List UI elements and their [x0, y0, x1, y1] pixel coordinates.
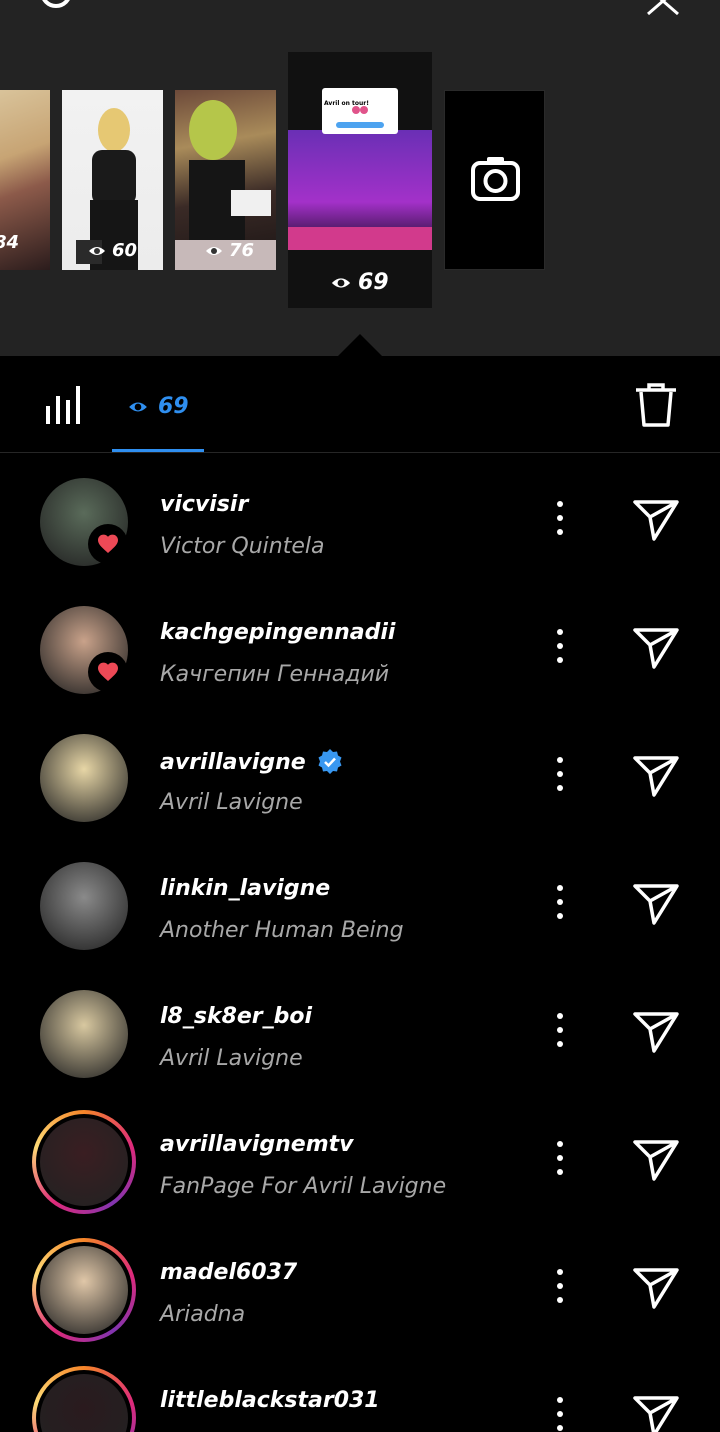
- viewer-full-name: FanPage For Avril Lavigne: [160, 1174, 447, 1199]
- add-story-camera[interactable]: [444, 90, 545, 270]
- viewer-row[interactable]: avrillavignemtv FanPage For Avril Lavigne: [0, 1096, 720, 1224]
- viewer-full-name: Качгепин Геннадий: [160, 662, 390, 687]
- send-direct-icon[interactable]: [632, 1394, 680, 1432]
- story-thumbnail[interactable]: 60: [62, 90, 163, 270]
- send-direct-icon[interactable]: [632, 1138, 680, 1182]
- tab-active-indicator: [112, 449, 204, 452]
- story-view-count: 69: [330, 270, 389, 295]
- verified-badge-icon: [318, 749, 342, 774]
- more-options-icon[interactable]: [552, 626, 568, 666]
- story-view-count: 60: [88, 240, 137, 261]
- avatar[interactable]: [40, 1246, 128, 1334]
- viewer-full-name: Avril Lavigne: [160, 1046, 303, 1071]
- more-options-icon[interactable]: [552, 1010, 568, 1050]
- tab-viewers[interactable]: 69: [112, 380, 204, 453]
- delete-trash-icon[interactable]: [634, 382, 678, 428]
- viewer-row[interactable]: l8_sk8er_boi Avril Lavigne: [0, 968, 720, 1096]
- story-sticker-title: Avril on tour!: [324, 100, 369, 107]
- story-thumbnail[interactable]: 76: [175, 90, 276, 270]
- liked-heart-icon: [88, 652, 128, 692]
- send-direct-icon[interactable]: [632, 498, 680, 542]
- viewer-username[interactable]: avrillavignemtv: [160, 1132, 354, 1157]
- viewer-username[interactable]: linkin_lavigne: [160, 876, 330, 901]
- eye-icon: [129, 402, 147, 411]
- more-options-icon[interactable]: [552, 1266, 568, 1306]
- viewer-count: 69: [158, 394, 189, 419]
- viewer-row[interactable]: madel6037 Ariadna: [0, 1224, 720, 1352]
- avatar[interactable]: [40, 862, 128, 950]
- more-options-icon[interactable]: [552, 754, 568, 794]
- eye-icon: [331, 277, 351, 288]
- more-options-icon[interactable]: [552, 1138, 568, 1178]
- viewer-username[interactable]: kachgepingennadii: [160, 620, 395, 645]
- camera-icon: [471, 157, 520, 201]
- story-thumbnail[interactable]: 84: [0, 90, 50, 270]
- more-options-icon[interactable]: [552, 882, 568, 922]
- close-icon[interactable]: [644, 0, 684, 16]
- viewer-full-name: Another Human Being: [160, 918, 404, 943]
- viewer-row[interactable]: linkin_lavigne Another Human Being: [0, 840, 720, 968]
- viewer-row[interactable]: littleblackstar031: [0, 1352, 720, 1432]
- viewer-full-name: Victor Quintela: [160, 534, 325, 559]
- viewer-username[interactable]: madel6037: [160, 1260, 297, 1285]
- viewer-username[interactable]: l8_sk8er_boi: [160, 1004, 312, 1029]
- viewer-username[interactable]: avrillavigne: [160, 748, 344, 776]
- viewer-full-name: Ariadna: [160, 1302, 246, 1327]
- viewer-username[interactable]: vicvisir: [160, 492, 248, 517]
- story-view-count: 76: [205, 240, 254, 261]
- eye-icon: [206, 246, 222, 255]
- insights-tab-bar: [0, 356, 720, 453]
- liked-heart-icon: [88, 524, 128, 564]
- send-direct-icon[interactable]: [632, 754, 680, 798]
- viewer-username[interactable]: littleblackstar031: [160, 1388, 380, 1413]
- story-view-count: 84: [0, 232, 20, 253]
- viewer-row[interactable]: vicvisir Victor Quintela: [0, 456, 720, 584]
- send-direct-icon[interactable]: [632, 1010, 680, 1054]
- avatar[interactable]: [40, 1118, 128, 1206]
- viewer-row[interactable]: avrillavigne Avril Lavigne: [0, 712, 720, 840]
- viewer-full-name: Avril Lavigne: [160, 790, 303, 815]
- avatar[interactable]: [40, 990, 128, 1078]
- settings-gear-icon[interactable]: [36, 0, 76, 16]
- insights-bars-icon[interactable]: [44, 384, 84, 426]
- selection-pointer: [338, 334, 382, 356]
- story-gallery: 84 60 76: [0, 0, 720, 356]
- eye-icon: [89, 246, 105, 255]
- story-thumbnail-selected[interactable]: Avril on tour! 69: [288, 52, 432, 308]
- avatar[interactable]: [40, 734, 128, 822]
- more-options-icon[interactable]: [552, 1394, 568, 1432]
- send-direct-icon[interactable]: [632, 626, 680, 670]
- viewer-row[interactable]: kachgepingennadii Качгепин Геннадий: [0, 584, 720, 712]
- more-options-icon[interactable]: [552, 498, 568, 538]
- send-direct-icon[interactable]: [632, 882, 680, 926]
- send-direct-icon[interactable]: [632, 1266, 680, 1310]
